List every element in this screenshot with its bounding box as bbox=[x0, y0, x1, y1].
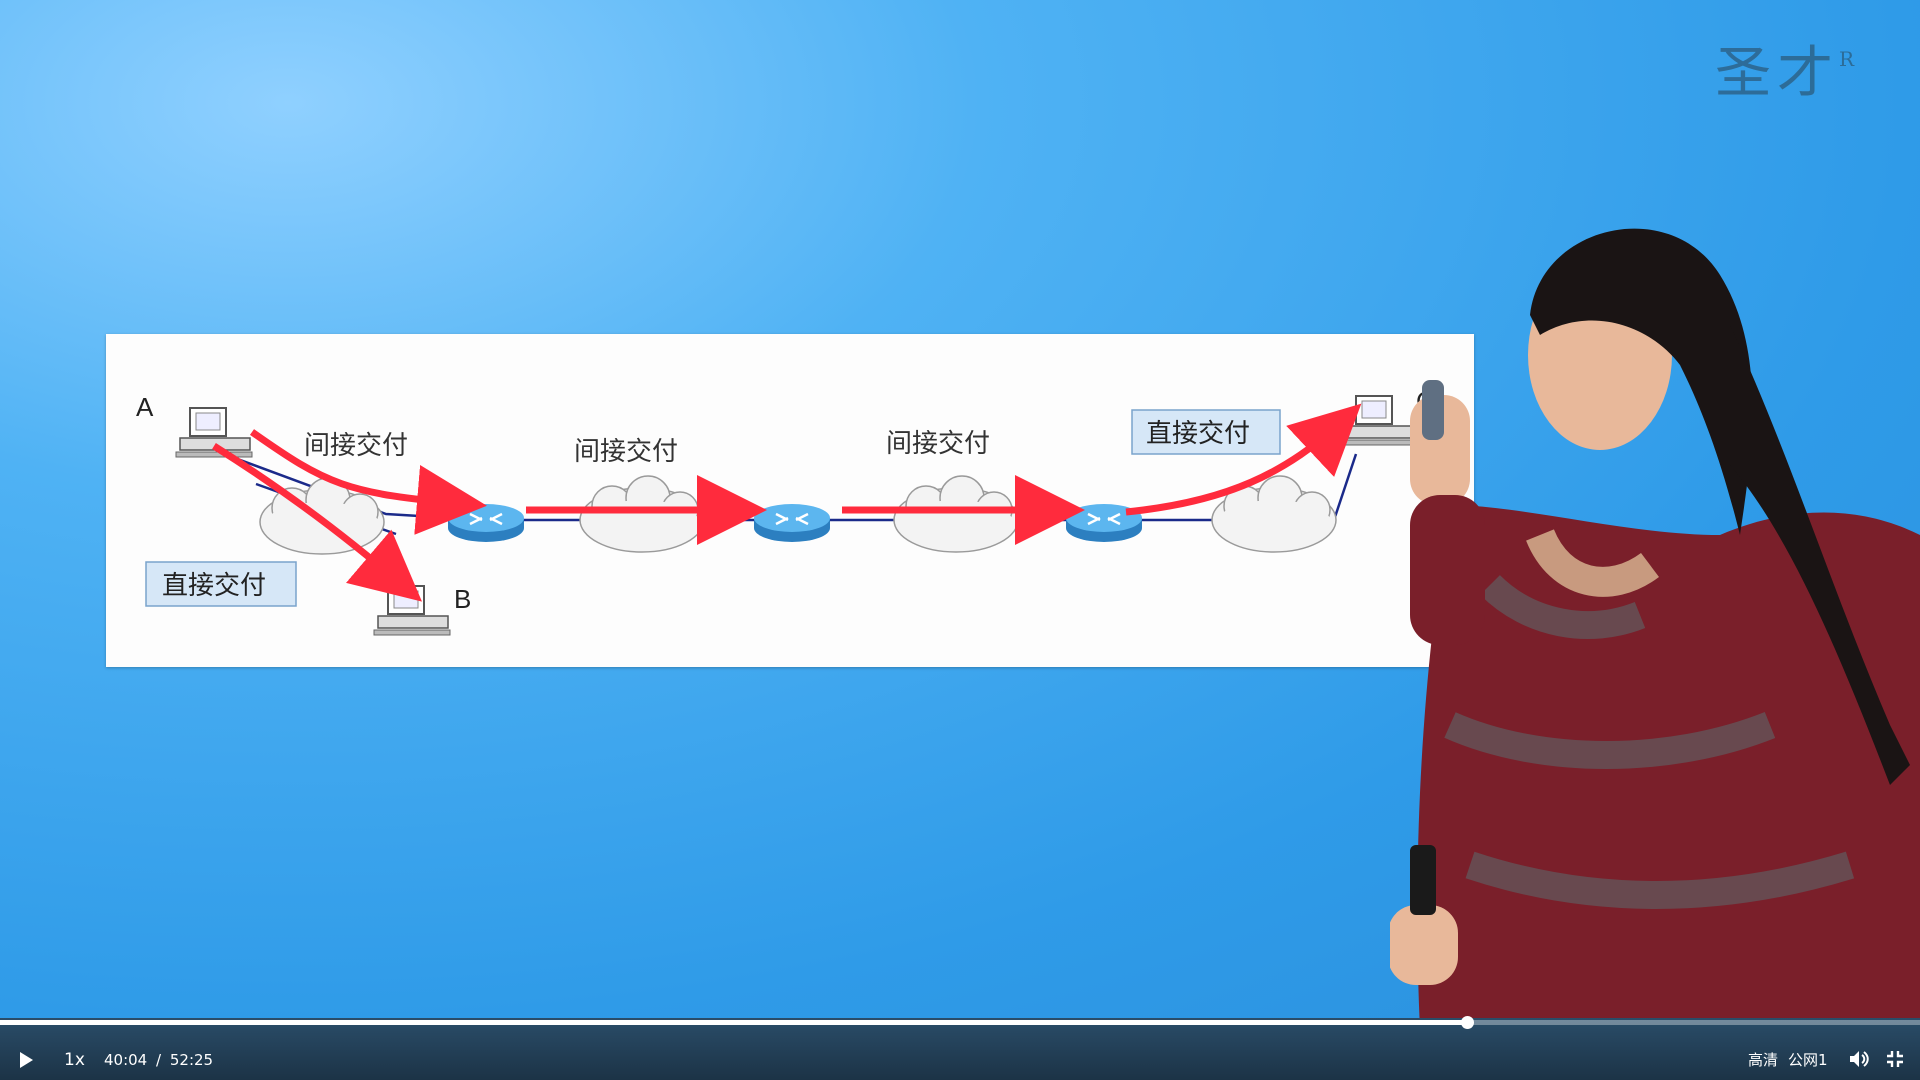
quality-button[interactable]: 高清 bbox=[1748, 1052, 1778, 1068]
progress-bar[interactable] bbox=[0, 1016, 1920, 1029]
progress-handle[interactable] bbox=[1460, 1016, 1474, 1029]
network-cloud-2 bbox=[579, 475, 705, 553]
time-separator: / bbox=[156, 1051, 162, 1069]
host-b bbox=[373, 585, 451, 636]
time-display: 40:04 / 52:25 bbox=[104, 1052, 213, 1068]
indirect-label-1: 间接交付 bbox=[304, 431, 408, 461]
total-duration: 52:25 bbox=[169, 1051, 214, 1069]
player-controls bbox=[0, 1018, 1920, 1080]
volume-icon[interactable] bbox=[1848, 1049, 1870, 1072]
playback-speed[interactable]: 1x bbox=[64, 1052, 85, 1069]
router-1 bbox=[446, 502, 526, 544]
indirect-label-2: 间接交付 bbox=[574, 437, 678, 467]
video-frame[interactable]: 圣才R A B 间接交付 间接交付 间接交付 直接交付 直接交付 bbox=[0, 0, 1920, 1030]
progress-fill bbox=[0, 1020, 1467, 1025]
play-icon[interactable] bbox=[18, 1051, 34, 1072]
brand-logo: 圣才R bbox=[1714, 41, 1860, 106]
network-diagram: A B C 间接交付 间接交付 间接交付 直接交付 直接交付 bbox=[136, 386, 1435, 636]
host-label-a: A bbox=[136, 392, 154, 422]
direct-label-2: 直接交付 bbox=[1146, 419, 1250, 449]
current-time: 40:04 bbox=[104, 1051, 148, 1069]
direct-label-1: 直接交付 bbox=[162, 571, 266, 601]
presenter bbox=[1390, 228, 1920, 1030]
slide-diagram: A B C 间接交付 间接交付 间接交付 直接交付 直接交付 bbox=[106, 334, 1474, 667]
router-2 bbox=[752, 502, 832, 544]
host-label-b: B bbox=[454, 584, 471, 614]
exit-fullscreen-icon[interactable] bbox=[1886, 1050, 1904, 1071]
network-cloud-3 bbox=[893, 475, 1019, 553]
line-button[interactable]: 公网1 bbox=[1788, 1052, 1828, 1068]
indirect-label-3: 间接交付 bbox=[886, 429, 990, 459]
